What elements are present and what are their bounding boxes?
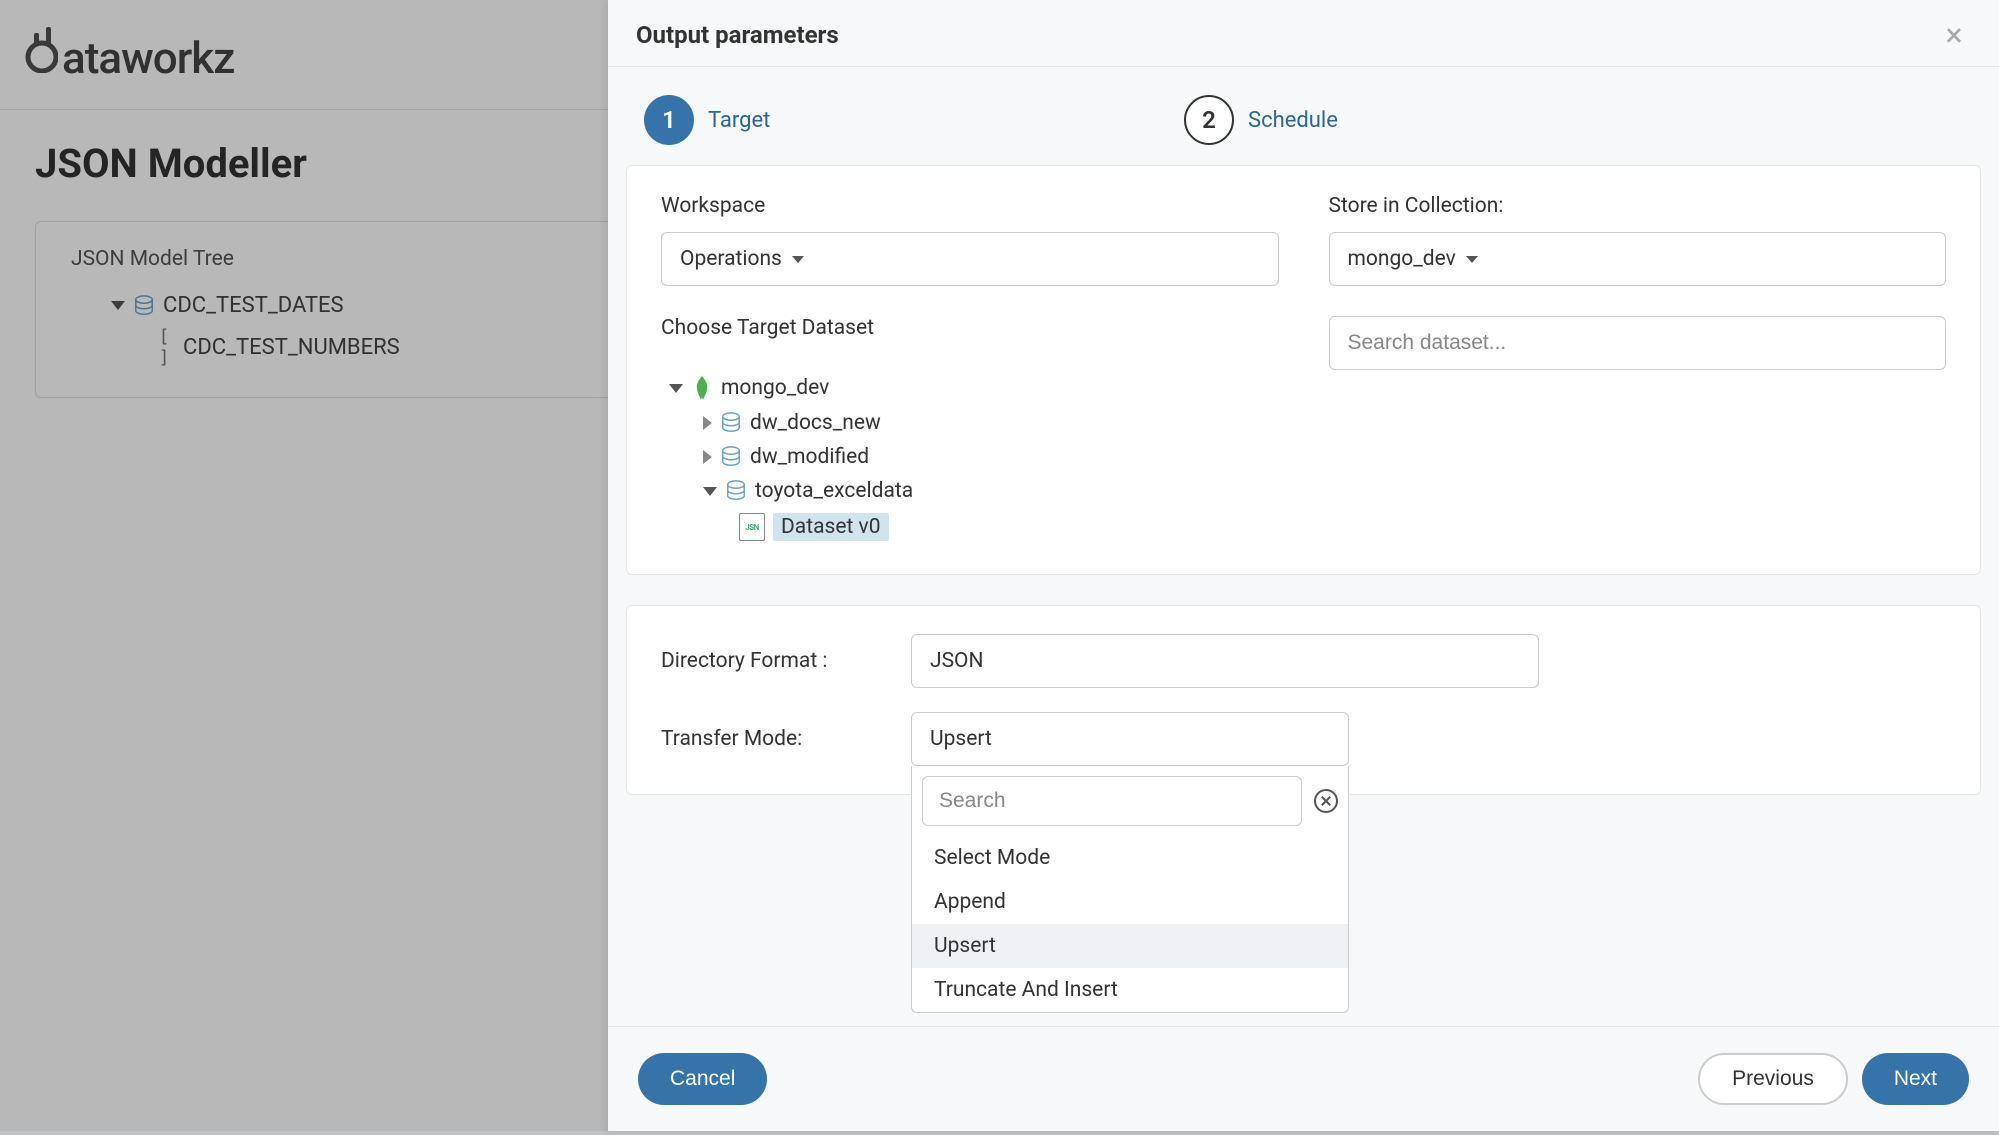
dataset-item-label: dw_modified — [750, 445, 869, 469]
next-button[interactable]: Next — [1862, 1053, 1969, 1105]
dropdown-item-truncate-insert[interactable]: Truncate And Insert — [912, 968, 1348, 1012]
output-parameters-panel: Output parameters × 1 Target 2 Schedule … — [608, 0, 1999, 1131]
target-dataset-card: Workspace Operations Store in Collection… — [626, 165, 1981, 575]
logo-text: ataworkz — [62, 32, 234, 84]
dropdown-item-select-mode[interactable]: Select Mode — [912, 836, 1348, 880]
tree-root-label: CDC_TEST_DATES — [163, 293, 344, 318]
step-number: 2 — [1184, 95, 1234, 145]
dataset-tree-item[interactable]: dw_modified — [669, 440, 1946, 474]
collection-value: mongo_dev — [1348, 247, 1456, 271]
database-icon — [720, 446, 742, 468]
choose-dataset-label: Choose Target Dataset — [661, 316, 1279, 340]
wizard-steps: 1 Target 2 Schedule — [608, 67, 1999, 165]
database-icon — [720, 412, 742, 434]
database-icon — [725, 480, 747, 502]
step-label: Target — [708, 108, 770, 133]
dataset-root-label: mongo_dev — [721, 376, 829, 400]
app-logo: ataworkz — [20, 25, 234, 84]
workspace-label: Workspace — [661, 194, 1279, 218]
directory-format-select[interactable]: JSON — [911, 634, 1539, 688]
tree-child-label: CDC_TEST_NUMBERS — [183, 335, 400, 360]
dataset-item-label: dw_docs_new — [750, 411, 881, 435]
previous-button[interactable]: Previous — [1698, 1053, 1848, 1105]
panel-title: Output parameters — [636, 21, 839, 49]
dataset-leaf-label: Dataset v0 — [773, 513, 889, 541]
database-icon — [133, 295, 155, 317]
dataset-tree-root[interactable]: mongo_dev — [669, 370, 1946, 406]
transfer-mode-label: Transfer Mode: — [661, 727, 861, 751]
transfer-mode-select[interactable]: Upsert — [911, 712, 1349, 766]
dataset-tree-item[interactable]: toyota_exceldata — [669, 474, 1946, 508]
collection-select[interactable]: mongo_dev — [1329, 232, 1947, 286]
step-label: Schedule — [1248, 108, 1338, 133]
close-icon: × — [1945, 19, 1962, 51]
caret-right-icon — [703, 450, 712, 464]
step-schedule[interactable]: 2 Schedule — [1184, 95, 1684, 145]
caret-right-icon — [703, 416, 712, 430]
dropdown-item-upsert[interactable]: Upsert — [912, 924, 1348, 968]
transfer-mode-dropdown: Select Mode Append Upsert Truncate And I… — [911, 766, 1349, 1013]
caret-down-icon — [703, 487, 717, 496]
step-target[interactable]: 1 Target — [644, 95, 1144, 145]
workspace-select[interactable]: Operations — [661, 232, 1279, 286]
clear-search-button[interactable] — [1314, 789, 1338, 813]
dataset-item-label: toyota_exceldata — [755, 479, 913, 503]
cancel-button[interactable]: Cancel — [638, 1053, 767, 1105]
dataset-tree-leaf[interactable]: JSN Dataset v0 — [669, 508, 1946, 546]
chevron-down-icon — [792, 256, 804, 263]
directory-format-value: JSON — [930, 649, 983, 673]
caret-down-icon — [111, 301, 125, 310]
dropdown-item-append[interactable]: Append — [912, 880, 1348, 924]
transfer-mode-value: Upsert — [930, 727, 992, 751]
dataset-tree-item[interactable]: dw_docs_new — [669, 406, 1946, 440]
step-number: 1 — [644, 95, 694, 145]
array-icon: [ ] — [153, 326, 175, 368]
dataset-search-input[interactable] — [1329, 316, 1947, 370]
mongodb-icon — [691, 375, 713, 401]
collection-label: Store in Collection: — [1329, 194, 1947, 218]
caret-down-icon — [669, 384, 683, 393]
close-button[interactable]: × — [1937, 18, 1971, 52]
logo-mark-icon — [20, 25, 58, 73]
format-transfer-card: Directory Format : JSON Transfer Mode: U… — [626, 605, 1981, 795]
dataset-tree: mongo_dev dw_docs_new dw_modified — [661, 370, 1946, 546]
json-file-icon: JSN — [739, 513, 765, 541]
panel-body: Workspace Operations Store in Collection… — [608, 165, 1999, 1026]
directory-format-label: Directory Format : — [661, 649, 861, 673]
dropdown-search-input[interactable] — [922, 776, 1302, 826]
chevron-down-icon — [1466, 256, 1478, 263]
panel-header: Output parameters × — [608, 0, 1999, 67]
workspace-value: Operations — [680, 247, 782, 271]
panel-footer: Cancel Previous Next — [608, 1026, 1999, 1131]
